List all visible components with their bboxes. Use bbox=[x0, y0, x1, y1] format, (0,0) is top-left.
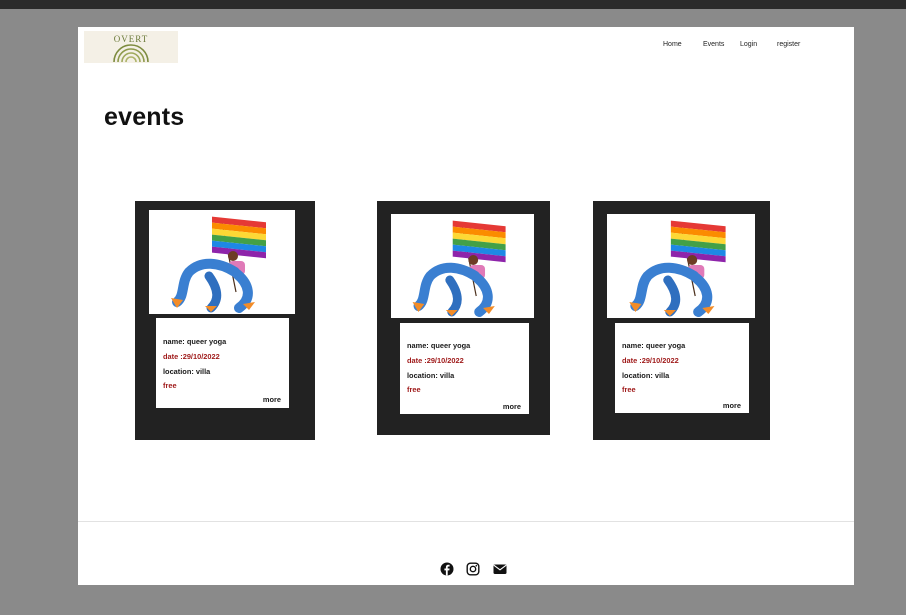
event-card[interactable]: name: queer yoga date :29/10/2022 locati… bbox=[135, 201, 315, 440]
facebook-icon[interactable] bbox=[440, 562, 454, 576]
nav-home[interactable]: Home bbox=[663, 41, 682, 48]
event-price: free bbox=[163, 381, 177, 390]
nav-events[interactable]: Events bbox=[703, 41, 724, 48]
nav-login[interactable]: Login bbox=[740, 41, 757, 48]
browser-top-bar bbox=[0, 0, 906, 9]
event-image bbox=[607, 214, 755, 318]
svg-text:OVERT: OVERT bbox=[114, 34, 148, 44]
event-price: free bbox=[407, 385, 421, 394]
event-name: name: queer yoga bbox=[163, 337, 227, 346]
event-details: name: queer yoga date :29/10/2022 locati… bbox=[156, 318, 289, 408]
site-logo[interactable]: OVERT bbox=[84, 31, 178, 63]
event-name: name: queer yoga bbox=[407, 341, 471, 350]
event-date: date :29/10/2022 bbox=[407, 356, 464, 365]
more-link[interactable]: more bbox=[723, 401, 741, 410]
event-price: free bbox=[622, 385, 636, 394]
event-date: date :29/10/2022 bbox=[163, 352, 220, 361]
envelope-icon[interactable] bbox=[493, 562, 507, 576]
event-location: location: villa bbox=[163, 367, 211, 376]
pride-flag-illustration-icon bbox=[629, 220, 726, 317]
event-card[interactable]: name: queer yoga date :29/10/2022 locati… bbox=[377, 201, 550, 435]
event-location: location: villa bbox=[407, 371, 455, 380]
event-details: name: queer yoga date :29/10/2022 locati… bbox=[615, 323, 749, 413]
page-title: events bbox=[104, 103, 185, 131]
rainbow-logo-icon: OVERT bbox=[113, 34, 149, 63]
pride-flag-illustration-icon bbox=[412, 220, 506, 317]
more-link[interactable]: more bbox=[263, 395, 281, 404]
page: OVERT Home Events Login register events bbox=[78, 27, 854, 585]
event-details: name: queer yoga date :29/10/2022 locati… bbox=[400, 323, 529, 414]
instagram-icon[interactable] bbox=[466, 562, 480, 576]
more-link[interactable]: more bbox=[503, 402, 521, 411]
event-name: name: queer yoga bbox=[622, 341, 686, 350]
event-card[interactable]: name: queer yoga date :29/10/2022 locati… bbox=[593, 201, 770, 440]
footer-divider bbox=[78, 521, 854, 522]
event-date: date :29/10/2022 bbox=[622, 356, 679, 365]
event-image bbox=[149, 210, 295, 314]
nav-register[interactable]: register bbox=[777, 41, 800, 48]
event-image bbox=[391, 214, 534, 318]
event-location: location: villa bbox=[622, 371, 670, 380]
pride-flag-illustration-icon bbox=[171, 216, 266, 313]
